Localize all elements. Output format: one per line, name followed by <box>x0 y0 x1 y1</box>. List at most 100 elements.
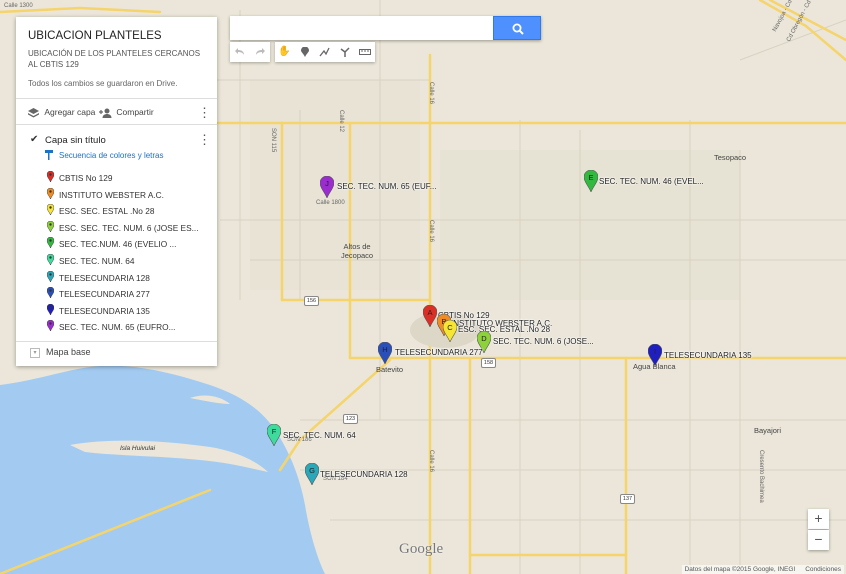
map-marker[interactable]: E <box>583 169 599 193</box>
legend-item[interactable]: SEC. TEC. NUM. 65 (EUFRO... <box>47 320 212 334</box>
hand-icon: ✋ <box>278 46 291 57</box>
search-button[interactable] <box>493 16 541 40</box>
marker-label: TELESECUNDARIA 128 <box>320 470 408 479</box>
undo-redo-group <box>230 42 270 62</box>
marker-pin-icon: J <box>319 175 335 199</box>
highway-shield-158: 158 <box>481 358 496 368</box>
directions-button[interactable] <box>335 42 354 62</box>
map-legend-panel: UBICACION PLANTELES UBICACIÓN DE LOS PLA… <box>16 17 217 366</box>
marker-letter: H <box>382 345 387 354</box>
legend-item[interactable]: ESC. SEC. ESTAL .No 28 <box>47 204 212 218</box>
base-map-toggle[interactable]: ▾ Mapa base <box>30 347 91 358</box>
layer-visibility-checkbox[interactable]: ✔ <box>30 134 38 145</box>
map-marker[interactable]: G <box>304 462 320 486</box>
draw-line-button[interactable] <box>315 42 334 62</box>
road-label-bachimea: Cresento Bachimea <box>758 450 764 503</box>
add-layer-button[interactable]: Agregar capa <box>28 107 95 118</box>
marker-icon <box>300 46 309 57</box>
share-label: Compartir <box>116 107 154 117</box>
marker-icon <box>47 320 54 332</box>
marker-pin-icon: E <box>583 169 599 193</box>
legend-item[interactable]: SEC. TEC. NUM. 64 <box>47 254 212 268</box>
legend-item-label: TELESECUNDARIA 277 <box>59 289 150 300</box>
add-layer-label: Agregar capa <box>44 107 96 117</box>
map-options-icon[interactable]: ⋮ <box>198 106 211 119</box>
marker-pin-icon: F <box>266 423 282 447</box>
style-link[interactable]: Secuencia de colores y letras <box>59 151 164 160</box>
divider <box>16 98 217 99</box>
legend-item[interactable]: ESC. SEC. TEC. NUM. 6 (JOSE ES... <box>47 220 212 235</box>
measure-button[interactable] <box>355 42 374 62</box>
zoom-in-button[interactable]: + <box>808 509 829 529</box>
legend-item[interactable]: INSTITUTO WEBSTER A.C. <box>47 187 212 202</box>
redo-icon <box>255 48 265 55</box>
add-marker-button[interactable] <box>295 42 314 62</box>
marker-icon <box>47 204 54 216</box>
marker-icon <box>47 270 54 282</box>
marker-label: SEC. TEC. NUM. 6 (JOSE... <box>493 337 594 346</box>
legend-item[interactable]: SEC. TEC.NUM. 46 (EVELIO ... <box>47 237 212 251</box>
legend-item[interactable]: TELESECUNDARIA 277 <box>47 287 212 301</box>
map-marker[interactable]: A <box>422 304 438 328</box>
legend-item-label: ESC. SEC. ESTAL .No 28 <box>59 206 155 217</box>
marker-pin-icon: G <box>304 462 320 486</box>
marker-label: TELESECUNDARIA 277 <box>395 348 483 357</box>
terms-link[interactable]: Condiciones <box>805 566 841 573</box>
legend-item[interactable]: TELESECUNDARIA 135 <box>47 303 212 318</box>
marker-letter: D <box>481 334 487 343</box>
share-button[interactable]: Compartir <box>99 107 154 118</box>
pan-tool-button[interactable]: ✋ <box>275 42 294 62</box>
legend-item-label: ESC. SEC. TEC. NUM. 6 (JOSE ES... <box>59 222 199 233</box>
marker-icon <box>47 237 54 249</box>
zoom-out-button[interactable]: − <box>808 530 829 550</box>
road-label-calle16a: Calle 16 <box>428 82 434 105</box>
legend-item[interactable]: CBTIS No 129 <box>47 171 212 185</box>
map-data-credit: Datos del mapa ©2015 Google, INEGI <box>684 566 796 573</box>
place-tesopaco: Tesopaco <box>714 153 747 162</box>
tools-group: ✋ <box>275 42 375 62</box>
redo-button[interactable] <box>250 42 269 62</box>
highway-shield-137: 137 <box>620 494 635 504</box>
directions-icon <box>340 47 350 57</box>
marker-label: ESC. SEC. ESTAL .No 28 <box>458 325 551 334</box>
map-marker[interactable]: J <box>319 175 335 199</box>
layer-options-icon[interactable]: ⋮ <box>198 133 211 146</box>
marker-letter: G <box>309 466 315 475</box>
map-marker[interactable]: I <box>647 343 663 367</box>
marker-icon <box>47 303 54 315</box>
marker-pin-icon: I <box>647 343 663 367</box>
marker-label: SEC. TEC. NUM. 64 <box>283 431 356 440</box>
google-logo: Google <box>399 541 444 557</box>
layer-title[interactable]: Capa sin título <box>45 135 106 146</box>
road-label-calle16c: Calle 16 <box>428 450 434 473</box>
search-box <box>230 16 541 40</box>
expand-icon: ▾ <box>30 347 40 358</box>
road-label-calle12: Calle 12 <box>338 110 344 133</box>
marker-pin-icon: A <box>422 304 438 328</box>
search-input[interactable] <box>230 16 488 38</box>
road-label-calle1800: Calle 1800 <box>316 200 345 206</box>
undo-button[interactable] <box>230 42 249 62</box>
map-marker[interactable]: C <box>442 319 458 343</box>
paint-roller-icon <box>45 150 53 160</box>
save-status: Todos los cambios se guardaron en Drive. <box>28 79 178 88</box>
legend-item-label: SEC. TEC.NUM. 46 (EVELIO ... <box>59 239 177 250</box>
marker-icon <box>47 220 54 232</box>
map-marker[interactable]: H <box>377 341 393 365</box>
draw-line-icon <box>319 47 330 57</box>
marker-icon <box>47 187 54 199</box>
map-marker[interactable]: F <box>266 423 282 447</box>
map-description[interactable]: UBICACIÓN DE LOS PLANTELES CERCANOS AL C… <box>28 48 208 70</box>
legend-item-label: SEC. TEC. NUM. 65 (EUFRO... <box>59 322 176 333</box>
undo-icon <box>234 48 244 55</box>
marker-icon <box>47 287 54 299</box>
divider <box>16 341 217 342</box>
divider <box>16 124 217 125</box>
map-title[interactable]: UBICACION PLANTELES <box>28 30 162 42</box>
map-attribution: Datos del mapa ©2015 Google, INEGI Condic… <box>681 565 844 574</box>
road-label-calle16b: Calle 16 <box>428 220 434 243</box>
place-batevito: Batevito <box>376 365 404 374</box>
legend-item[interactable]: TELESECUNDARIA 128 <box>47 270 212 285</box>
marker-label: SEC. TEC. NUM. 65 (EUF... <box>337 182 437 191</box>
marker-letter: A <box>427 308 432 317</box>
